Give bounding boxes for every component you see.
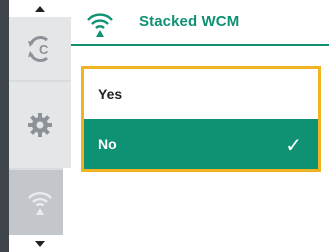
nav-rail: C [0, 0, 71, 252]
checkmark-icon: ✓ [285, 133, 302, 157]
arrow-up-icon [35, 5, 45, 12]
scroll-up-button[interactable] [9, 0, 71, 17]
arrow-down-icon [35, 240, 45, 247]
page-title: Stacked WCM [139, 13, 240, 30]
wireless-signal-icon [87, 13, 113, 37]
nav-rail-edge [0, 0, 9, 252]
option-label: Yes [98, 86, 123, 102]
option-label: No [98, 136, 117, 152]
gear-icon [28, 113, 52, 137]
rail-item-settings[interactable] [9, 82, 71, 168]
option-yes[interactable]: Yes [84, 69, 318, 119]
scroll-down-button[interactable] [9, 235, 71, 252]
screen-header: Stacked WCM [71, 0, 329, 46]
choice-dialog: Yes No ✓ [81, 66, 321, 172]
wireless-signal-icon [28, 191, 52, 215]
mode-cycle-icon: C [28, 35, 49, 62]
header-divider [71, 44, 329, 46]
rail-item-mode[interactable]: C [9, 17, 71, 80]
option-no[interactable]: No ✓ [84, 119, 318, 169]
rail-item-wireless[interactable] [9, 170, 71, 235]
nav-selection-marker [63, 168, 71, 235]
svg-text:C: C [39, 42, 49, 57]
